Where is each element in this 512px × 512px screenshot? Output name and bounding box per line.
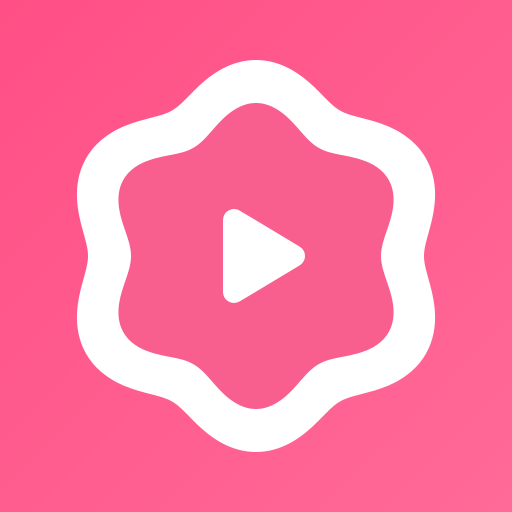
app-icon-artwork bbox=[76, 60, 436, 452]
app-icon bbox=[0, 0, 512, 512]
